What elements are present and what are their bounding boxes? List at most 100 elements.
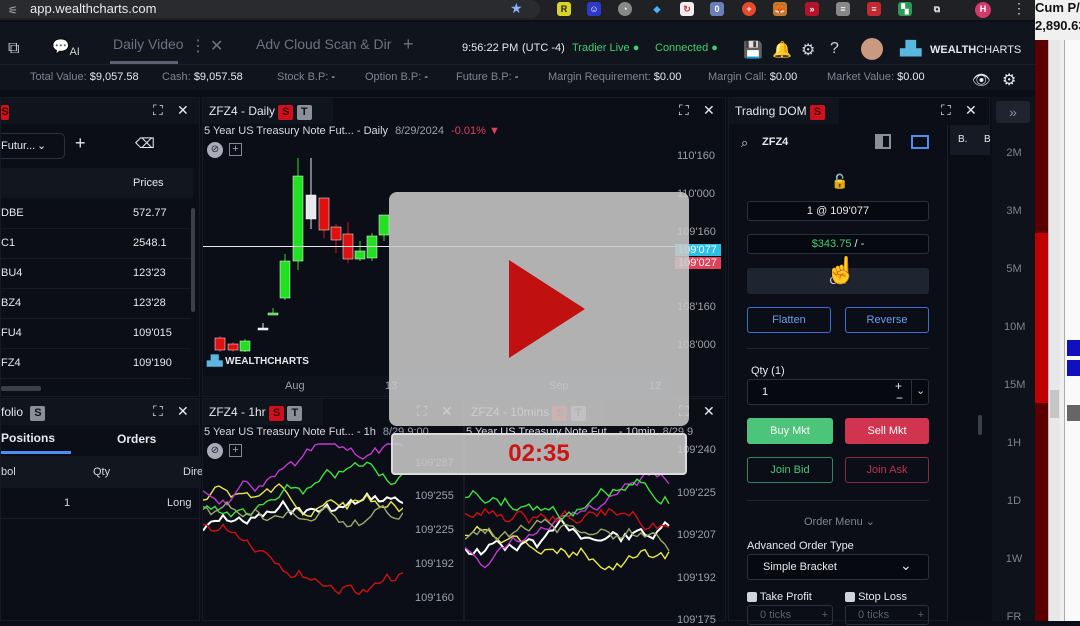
tab-daily-video[interactable]: Daily Video xyxy=(113,36,184,52)
user-avatar[interactable] xyxy=(861,38,883,60)
extension-forward-icon[interactable]: » xyxy=(805,2,819,16)
list-select[interactable]: Futur... ⌄ xyxy=(1,133,65,159)
add-symbol-icon[interactable]: + xyxy=(75,133,86,154)
close-icon[interactable]: ✕ xyxy=(177,403,189,420)
timeframe-1w[interactable]: 1W xyxy=(1004,553,1024,565)
buy-market-button[interactable]: Buy Mkt xyxy=(747,418,833,444)
take-profit-checkbox[interactable]: Take Profit xyxy=(747,591,812,603)
bookmark-star-icon[interactable]: ★ xyxy=(510,0,523,17)
tab-close-icon[interactable]: ✕ xyxy=(210,36,223,56)
close-icon[interactable]: ✕ xyxy=(177,102,189,119)
profile-avatar[interactable]: H xyxy=(975,2,991,18)
blue-button[interactable] xyxy=(1067,340,1080,356)
increment-icon[interactable]: + xyxy=(822,606,828,624)
reverse-button[interactable]: Reverse xyxy=(845,307,929,333)
stop-loss-ticks-input[interactable]: 0 ticks + xyxy=(845,605,929,625)
stop-loss-checkbox[interactable]: Stop Loss xyxy=(845,591,907,603)
expand-sidebar-icon[interactable]: » xyxy=(996,101,1030,123)
unlock-icon[interactable]: 🔓 xyxy=(831,173,848,190)
layouts-icon[interactable]: ⧉ xyxy=(8,40,19,58)
layout-toggle-icon[interactable] xyxy=(875,134,891,149)
blue-button-2[interactable] xyxy=(1067,360,1080,376)
checkbox-icon[interactable] xyxy=(845,592,855,603)
address-bar[interactable]: ⚟ app.wealthcharts.com xyxy=(0,0,540,18)
drawing-tool-icon[interactable]: ⊘ xyxy=(207,142,223,158)
browser-menu-icon[interactable]: ⋮ xyxy=(1012,0,1026,17)
ai-chat-icon[interactable]: 💬AI xyxy=(52,38,80,58)
tab-menu-icon[interactable]: ⋮ xyxy=(190,36,206,56)
vertical-scrollbar[interactable] xyxy=(191,208,195,312)
visibility-eye-icon[interactable]: 👁 xyxy=(972,71,991,89)
alerts-bell-icon[interactable]: 🔔 xyxy=(772,40,792,60)
qty-input[interactable]: 1 + − ⌄ xyxy=(747,379,929,405)
watchlist-row[interactable]: DBE 572.77 xyxy=(1,199,191,229)
position-row[interactable]: 1 Long xyxy=(1,489,201,519)
qty-dropdown-icon[interactable]: ⌄ xyxy=(916,384,925,397)
timeframe-fr[interactable]: FR xyxy=(1004,611,1024,623)
close-icon[interactable]: ✕ xyxy=(965,102,977,119)
watchlist-row[interactable]: BU4 123'23 xyxy=(1,259,191,289)
sell-market-button[interactable]: Sell Mkt xyxy=(845,418,929,444)
maximize-icon[interactable]: ⛶ xyxy=(679,102,689,119)
help-icon[interactable]: ? xyxy=(830,40,839,58)
horizontal-scrollbar[interactable] xyxy=(1,386,41,391)
dom-ladder[interactable]: B. B xyxy=(947,125,991,622)
order-menu-toggle[interactable]: Order Menu ⌄ xyxy=(804,515,875,528)
close-icon[interactable]: ✕ xyxy=(703,102,715,119)
adv-order-type-select[interactable]: Simple Bracket ⌄ xyxy=(747,554,929,580)
tab-positions[interactable]: Positions xyxy=(1,431,55,445)
add-tab-icon[interactable]: + xyxy=(403,34,414,55)
timeframe-10m[interactable]: 10M xyxy=(1004,321,1025,333)
watchlist-row[interactable]: FU4 109'015 xyxy=(1,319,191,349)
ladder-scrollbar[interactable] xyxy=(978,415,982,435)
join-bid-button[interactable]: Join Bid xyxy=(747,457,833,483)
increment-icon[interactable]: + xyxy=(918,606,924,624)
extension-badge-icon[interactable]: 0 xyxy=(710,2,724,16)
gray-button[interactable] xyxy=(1067,405,1080,421)
extensions-puzzle-icon[interactable]: ⧉ xyxy=(930,2,944,16)
watchlist-row[interactable]: FZ4 109'190 xyxy=(1,349,191,379)
tab-adv-cloud-scan[interactable]: Adv Cloud Scan & Dir xyxy=(256,36,391,52)
extension-r-icon[interactable]: R xyxy=(557,2,571,16)
dom-symbol[interactable]: ZFZ4 xyxy=(762,136,788,148)
site-info-icon[interactable]: ⚟ xyxy=(8,2,18,20)
1hr-ichimoku-lines[interactable] xyxy=(203,439,403,622)
account-settings-gear-icon[interactable]: ⚙ xyxy=(1002,70,1016,90)
extension-face-icon[interactable]: ☺ xyxy=(587,2,601,16)
add-indicator-icon[interactable]: + xyxy=(229,143,242,156)
take-profit-ticks-input[interactable]: 0 ticks + xyxy=(747,605,833,625)
extension-grid-icon[interactable]: ▚ xyxy=(898,2,912,16)
maximize-icon[interactable]: ⛶ xyxy=(153,102,163,119)
tab-orders[interactable]: Orders xyxy=(117,432,156,446)
watchlist-row[interactable]: BZ4 123'28 xyxy=(1,289,191,319)
extension-refresh-icon[interactable]: ↻ xyxy=(680,2,694,16)
close-icon[interactable]: ✕ xyxy=(703,403,715,420)
qty-decrement-icon[interactable]: − xyxy=(896,391,903,405)
scrollbar-thumb[interactable] xyxy=(1050,390,1059,418)
timeframe-3m[interactable]: 3M xyxy=(1004,205,1024,217)
play-button-icon[interactable] xyxy=(507,258,587,360)
flatten-button[interactable]: Flatten xyxy=(747,307,831,333)
search-icon[interactable]: ⌕ xyxy=(741,135,748,151)
timeframe-5m[interactable]: 5M xyxy=(1004,263,1024,275)
timeframe-1h[interactable]: 1H xyxy=(1004,437,1024,449)
watchlist-row[interactable]: C1 2548.1 xyxy=(1,229,191,259)
join-ask-button[interactable]: Join Ask xyxy=(845,457,929,483)
save-icon[interactable]: 💾 xyxy=(743,40,763,60)
extension-timer-icon[interactable]: ◔ xyxy=(618,2,632,16)
timeframe-2m[interactable]: 2M xyxy=(1004,147,1024,159)
scrollbar[interactable] xyxy=(1048,40,1060,621)
eraser-icon[interactable]: ⌫ xyxy=(135,135,155,152)
extension-plus-icon[interactable]: + xyxy=(742,2,756,16)
settings-gear-icon[interactable]: ⚙ xyxy=(801,40,815,60)
checkbox-icon[interactable] xyxy=(747,592,757,603)
maximize-icon[interactable]: ⛶ xyxy=(153,403,163,420)
maximize-icon[interactable]: ⛶ xyxy=(941,102,951,119)
extension-doc-icon[interactable]: ≡ xyxy=(836,2,850,16)
timeframe-15m[interactable]: 15M xyxy=(1004,379,1025,391)
dom-mode-icon[interactable] xyxy=(911,135,929,149)
timeframe-1d[interactable]: 1D xyxy=(1004,495,1024,507)
video-play-overlay[interactable] xyxy=(389,192,689,426)
extension-red-doc-icon[interactable]: ≡ xyxy=(867,2,881,16)
extension-fox-icon[interactable]: 🦊 xyxy=(773,2,787,16)
